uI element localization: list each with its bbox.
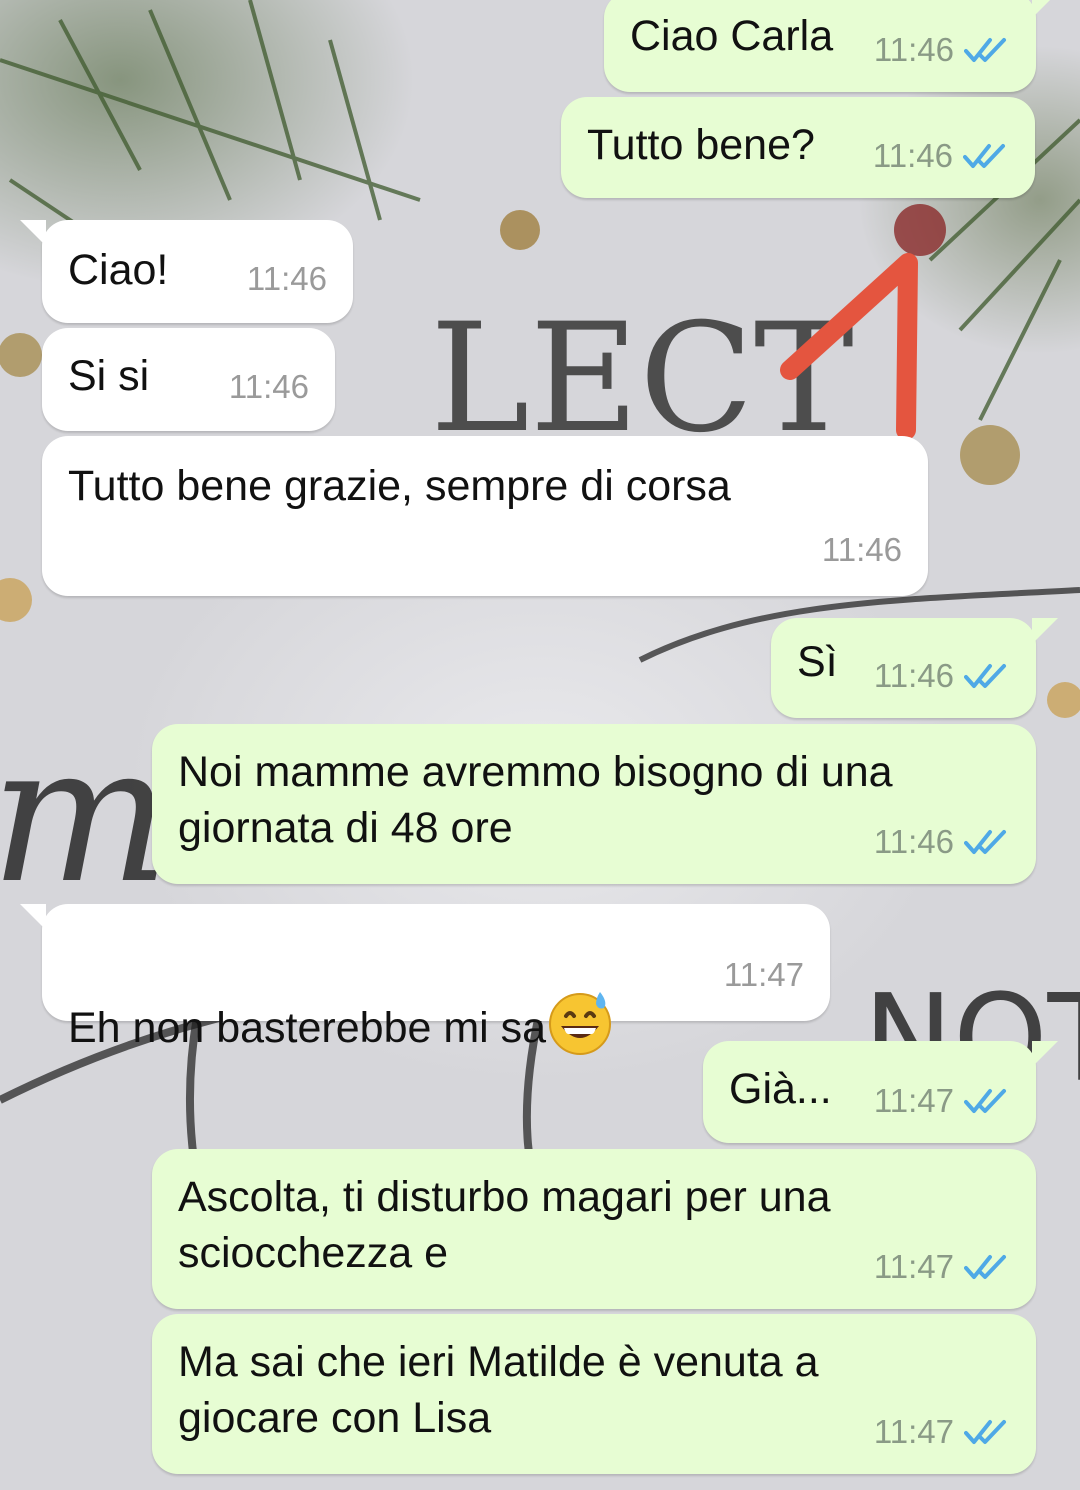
message-text: Noi mamme avremmo bisogno di una giornat… xyxy=(178,748,893,852)
read-ticks-icon xyxy=(964,1089,1006,1113)
annotation-arrow xyxy=(780,253,918,440)
read-ticks-icon xyxy=(963,144,1005,168)
message-time: 11:47 xyxy=(873,1082,954,1119)
message-incoming[interactable]: Tutto bene grazie, sempre di corsa 11:46 xyxy=(42,436,928,596)
wallpaper-text-m: m xyxy=(0,704,170,925)
message-text: Ma sai che ieri Matilde è venuta a gioca… xyxy=(178,1338,819,1442)
message-text: Già... xyxy=(729,1065,832,1113)
message-text: Tutto bene grazie, sempre di corsa xyxy=(68,462,731,510)
message-time: 11:46 xyxy=(821,531,902,568)
message-text: Ascolta, ti disturbo magari per una scio… xyxy=(178,1173,831,1277)
message-text-content: Eh non basterebbe mi sa xyxy=(68,1004,547,1052)
message-text: Si si xyxy=(68,352,150,400)
read-ticks-icon xyxy=(964,1255,1006,1279)
message-incoming[interactable]: Eh non basterebbe mi sa 11:47 xyxy=(20,904,830,1055)
message-outgoing[interactable]: Noi mamme avremmo bisogno di una giornat… xyxy=(152,724,1036,884)
read-ticks-icon xyxy=(964,1420,1006,1444)
message-outgoing[interactable]: Tutto bene? 11:46 xyxy=(561,97,1035,198)
message-outgoing[interactable]: Sì 11:46 xyxy=(771,618,1058,718)
message-time: 11:46 xyxy=(228,368,309,405)
message-time: 11:46 xyxy=(872,137,953,174)
message-outgoing[interactable]: Già... 11:47 xyxy=(703,1041,1058,1143)
message-time: 11:47 xyxy=(873,1248,954,1285)
message-text: Ciao! xyxy=(68,246,169,294)
read-ticks-icon xyxy=(964,664,1006,688)
message-text: Eh non basterebbe mi sa xyxy=(68,932,614,1056)
message-time: 11:46 xyxy=(246,260,327,297)
message-outgoing[interactable]: Ma sai che ieri Matilde è venuta a gioca… xyxy=(152,1314,1036,1474)
read-ticks-icon xyxy=(964,38,1006,62)
message-outgoing[interactable]: Ciao Carla 11:46 xyxy=(604,0,1058,92)
read-ticks-icon xyxy=(964,830,1006,854)
message-text: Tutto bene? xyxy=(587,121,815,169)
message-time: 11:46 xyxy=(873,657,954,694)
message-outgoing[interactable]: Ascolta, ti disturbo magari per una scio… xyxy=(152,1149,1036,1309)
message-incoming[interactable]: Si si 11:46 xyxy=(42,328,335,431)
message-text: Ciao Carla xyxy=(630,12,834,60)
message-time: 11:47 xyxy=(873,1413,954,1450)
message-time: 11:46 xyxy=(873,823,954,860)
message-incoming[interactable]: Ciao! 11:46 xyxy=(20,220,353,323)
message-time: 11:46 xyxy=(873,31,954,68)
message-text: Sì xyxy=(797,638,838,686)
grinning-face-with-sweat-icon xyxy=(549,992,612,1055)
message-time: 11:47 xyxy=(723,956,804,993)
